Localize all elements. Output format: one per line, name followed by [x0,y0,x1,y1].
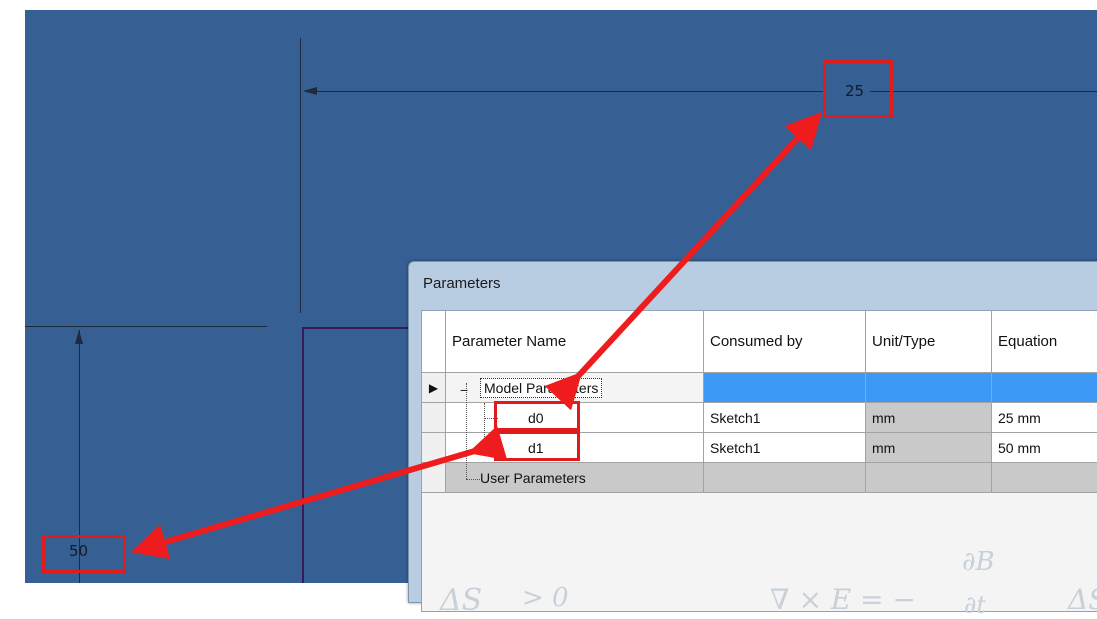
dimension-line-horizontal [305,91,825,92]
cell-unit[interactable]: mm [866,403,992,433]
dialog-title: Parameters [423,275,501,292]
cell-equation[interactable]: 50 mm [992,433,1097,463]
background-formula: ∂t [964,591,987,619]
tree-connector [466,479,480,480]
row-selector[interactable] [422,403,446,433]
tree-collapse-icon[interactable]: − [460,382,468,398]
extension-line-top [25,326,267,327]
background-formula: ∇ × E = − [770,583,916,616]
column-header-parameter-name[interactable]: Parameter Name [446,311,704,373]
cell-equation[interactable]: 25 mm [992,403,1097,433]
table-row[interactable]: User Parameters [422,463,1097,493]
row-pointer-icon: ▶ [422,373,446,403]
background-formula: ΔS [1068,583,1097,616]
column-header-unit-type[interactable]: Unit/Type [866,311,992,373]
cell-equation[interactable] [992,373,1097,403]
background-formula: ΔS [440,583,483,618]
callout-box-dim-25 [823,60,893,118]
background-formula: > 0 [522,583,569,613]
tree-label: Model Parameters [480,377,603,398]
tree-connector [484,403,485,449]
tree-node-user-parameters[interactable]: User Parameters [446,463,704,493]
callout-box-d0 [494,401,580,431]
cell-unit[interactable] [866,373,992,403]
tree-node-model-parameters[interactable]: Model Parameters [446,373,704,403]
dimension-arrow-up-icon [75,330,83,344]
column-header-equation[interactable]: Equation [992,311,1097,373]
cell-consumed-by[interactable] [704,373,866,403]
extension-line-left [300,38,301,313]
cell-equation[interactable] [992,463,1097,493]
header-selector [422,311,446,373]
cell-unit[interactable]: mm [866,433,992,463]
parameters-grid[interactable]: Parameter Name Consumed by Unit/Type Equ… [421,310,1097,619]
background-formula: ∂B [962,547,995,577]
column-header-consumed-by[interactable]: Consumed by [704,311,866,373]
callout-box-dim-50 [42,535,126,573]
dimension-line-horizontal-right [870,91,1097,92]
cell-unit[interactable] [866,463,992,493]
cell-consumed-by[interactable] [704,463,866,493]
cell-consumed-by[interactable]: Sketch1 [704,403,866,433]
cell-consumed-by[interactable]: Sketch1 [704,433,866,463]
dimension-arrow-left-icon [303,87,317,95]
table-row[interactable]: ▶ Model Parameters [422,373,1097,403]
callout-box-d1 [494,431,580,461]
row-selector[interactable] [422,463,446,493]
grid-header: Parameter Name Consumed by Unit/Type Equ… [422,311,1097,373]
row-selector[interactable] [422,433,446,463]
